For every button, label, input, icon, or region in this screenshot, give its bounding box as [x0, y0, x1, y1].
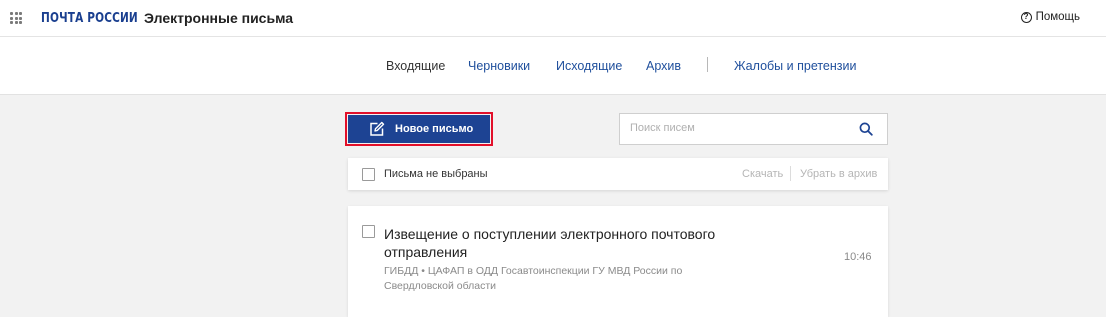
toolbar-divider [790, 166, 791, 181]
select-all-checkbox[interactable] [362, 168, 375, 181]
message-toolbar: Письма не выбраны Скачать Убрать в архив [348, 158, 888, 190]
tab-complaints[interactable]: Жалобы и претензии [734, 59, 857, 73]
search-icon[interactable] [859, 122, 873, 136]
mail-nav: Входящие Черновики Исходящие Архив Жалоб… [0, 37, 1106, 95]
message-item[interactable]: Извещение о поступлении электронного поч… [348, 206, 888, 317]
message-checkbox[interactable] [362, 225, 375, 238]
edit-icon [370, 121, 385, 136]
help-button[interactable]: ? Помощь [1020, 11, 1080, 23]
top-header: ПОЧТА РОССИИ Электронные письма ? Помощь [0, 0, 1106, 37]
help-label: Помощь [1035, 11, 1080, 23]
message-time: 10:46 [844, 251, 872, 263]
logo[interactable]: ПОЧТА РОССИИ [41, 10, 138, 26]
search-input[interactable] [630, 122, 850, 134]
app-title: Электронные письма [144, 10, 294, 26]
tab-archive[interactable]: Архив [646, 59, 681, 73]
apps-grid-icon[interactable] [10, 12, 22, 24]
tab-drafts[interactable]: Черновики [468, 59, 530, 73]
search-box [619, 113, 888, 145]
help-circle-icon: ? [1020, 11, 1032, 23]
new-letter-label: Новое письмо [395, 123, 474, 135]
tab-inbox[interactable]: Входящие [386, 59, 445, 73]
message-subject[interactable]: Извещение о поступлении электронного поч… [384, 225, 744, 261]
selection-status: Письма не выбраны [384, 168, 488, 180]
new-letter-button[interactable]: Новое письмо [348, 115, 490, 143]
download-button[interactable]: Скачать [742, 168, 783, 180]
tab-outgoing[interactable]: Исходящие [556, 59, 622, 73]
nav-divider [707, 57, 708, 72]
message-sender: ГИБДД • ЦАФАП в ОДД Госавтоинспекции ГУ … [384, 265, 683, 292]
archive-button[interactable]: Убрать в архив [800, 168, 877, 180]
